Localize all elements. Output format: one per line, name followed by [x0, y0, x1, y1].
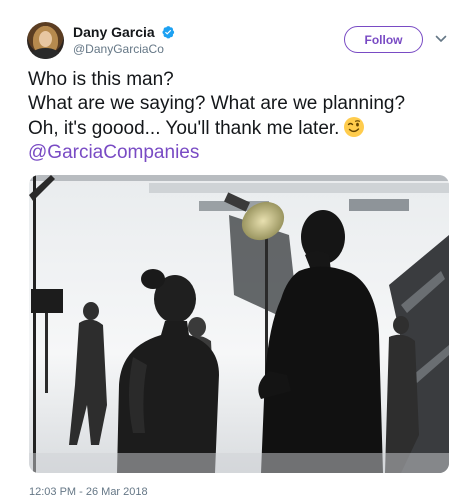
mention-link[interactable]: @GarciaCompanies [28, 141, 458, 165]
tweet-line-1: Who is this man? [28, 69, 174, 90]
tweet-card: Dany Garcia @DanyGarciaCo Follow Who is … [0, 0, 472, 503]
avatar[interactable] [27, 22, 64, 59]
user-display-name[interactable]: Dany Garcia [73, 24, 155, 40]
tweet-photo[interactable] [29, 175, 449, 473]
tweet-line-2: What are we saying? What are we planning… [28, 93, 406, 114]
follow-button[interactable]: Follow [344, 26, 423, 53]
tweet-timestamp[interactable]: 12:03 PM - 26 Mar 2018 [29, 486, 148, 498]
tweet-text: Who is this man? What are we saying? Wha… [28, 68, 458, 165]
winking-face-emoji-icon [344, 117, 365, 137]
verified-badge-icon [162, 26, 175, 39]
chevron-down-icon[interactable] [435, 34, 447, 44]
tweet-line-3: Oh, it's goood... You'll thank me later. [28, 116, 458, 141]
user-handle[interactable]: @DanyGarciaCo [73, 42, 164, 56]
tweet-line-3-text: Oh, it's goood... You'll thank me later. [28, 118, 340, 139]
